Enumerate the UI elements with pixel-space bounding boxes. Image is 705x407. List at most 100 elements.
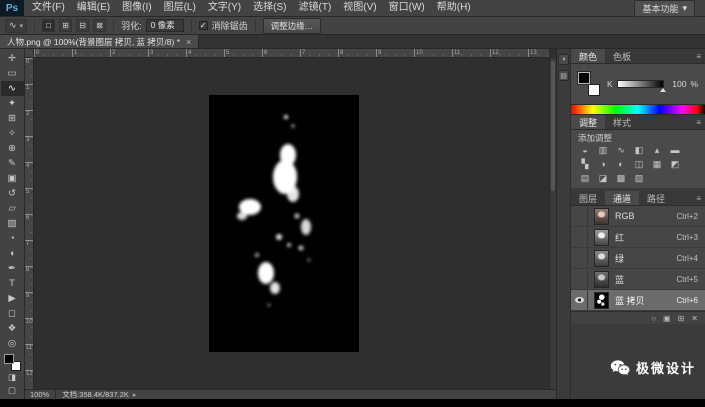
menu-select[interactable]: 选择(S) (247, 0, 292, 16)
tab-swatches[interactable]: 色板 (605, 49, 639, 63)
curves-icon[interactable]: ∿ (612, 143, 630, 157)
color-spectrum-ramp[interactable] (571, 104, 705, 115)
slider-knob-icon[interactable] (660, 88, 666, 92)
threshold-icon[interactable]: ◪ (594, 171, 612, 185)
panel-color-swatches[interactable] (578, 72, 600, 96)
close-icon[interactable]: × (186, 37, 191, 47)
menu-help[interactable]: 帮助(H) (431, 0, 477, 16)
levels-icon[interactable]: ▥ (594, 143, 612, 157)
eyedropper-tool[interactable]: ✧ (1, 126, 24, 141)
path-selection-tool[interactable]: ▶ (1, 291, 24, 306)
k-slider[interactable] (617, 80, 665, 88)
invert-icon[interactable]: ◩ (666, 157, 684, 171)
foreground-color-swatch[interactable] (578, 72, 590, 84)
channel-row-blue[interactable]: 蓝 Ctrl+5 (571, 269, 705, 290)
zoom-level-field[interactable]: 100% (25, 390, 56, 399)
pen-tool[interactable]: ✒ (1, 261, 24, 276)
exposure-icon[interactable]: ◧ (630, 143, 648, 157)
menu-layer[interactable]: 图层(L) (158, 0, 202, 16)
visibility-toggle[interactable] (571, 269, 588, 289)
intersect-selection-icon[interactable]: ⊠ (93, 19, 106, 32)
channel-row-blue-copy[interactable]: 蓝 拷贝 Ctrl+6 (571, 290, 705, 311)
zoom-tool[interactable]: ◎ (1, 336, 24, 351)
channel-mixer-icon[interactable]: ◫ (630, 157, 648, 171)
workspace-switcher[interactable]: 基本功能 ▾ (634, 0, 695, 17)
channel-row-green[interactable]: 绿 Ctrl+4 (571, 248, 705, 269)
background-color-swatch[interactable] (588, 84, 600, 96)
canvas-area[interactable]: 012345678910111213 0123456789101112 (25, 49, 556, 389)
hand-tool[interactable]: ❖ (1, 321, 24, 336)
visibility-toggle[interactable] (571, 206, 588, 226)
tab-adjustments[interactable]: 调整 (571, 115, 605, 129)
tool-preset-picker[interactable]: ∿ ▾ (5, 19, 27, 33)
new-channel-icon[interactable]: ⊞ (678, 314, 685, 323)
ruler-number: 7 (25, 240, 33, 266)
color-lookup-icon[interactable]: ▦ (648, 157, 666, 171)
type-tool[interactable]: T (1, 276, 24, 291)
black-white-icon[interactable]: ◑ (594, 157, 612, 171)
menu-view[interactable]: 视图(V) (337, 0, 382, 16)
menu-image[interactable]: 图像(I) (116, 0, 157, 16)
tab-paths[interactable]: 路径 (639, 191, 673, 205)
visibility-toggle[interactable] (571, 227, 588, 247)
subtract-from-selection-icon[interactable]: ⊟ (76, 19, 89, 32)
k-value-field[interactable]: 100 (668, 79, 686, 89)
foreground-color-swatch[interactable] (4, 354, 14, 364)
quick-mask-button[interactable]: ◨ (1, 371, 24, 384)
tab-layers[interactable]: 图层 (571, 191, 605, 205)
menu-type[interactable]: 文字(Y) (202, 0, 247, 16)
screen-mode-button[interactable]: ▢ (1, 384, 24, 397)
tab-color[interactable]: 颜色 (571, 49, 605, 63)
marquee-tool[interactable]: ▭ (1, 66, 24, 81)
gradient-map-icon[interactable]: ▩ (612, 171, 630, 185)
menu-window[interactable]: 窗口(W) (383, 0, 431, 16)
panel-menu-icon[interactable]: ≡ (696, 115, 701, 129)
vibrance-icon[interactable]: ▴ (648, 143, 666, 157)
add-to-selection-icon[interactable]: ⊞ (59, 19, 72, 32)
panel-menu-icon[interactable]: ≡ (696, 49, 701, 63)
tab-channels[interactable]: 通道 (605, 191, 639, 205)
feather-input[interactable]: 0 像素 (146, 19, 184, 32)
channel-row-rgb[interactable]: RGB Ctrl+2 (571, 206, 705, 227)
brush-tool[interactable]: ✎ (1, 156, 24, 171)
vertical-scrollbar[interactable] (549, 58, 556, 389)
visibility-toggle[interactable] (571, 290, 588, 310)
load-selection-icon[interactable]: ○ (651, 314, 656, 323)
photo-filter-icon[interactable]: ◐ (612, 157, 630, 171)
color-balance-icon[interactable]: ▚ (576, 157, 594, 171)
eraser-tool[interactable]: ▱ (1, 201, 24, 216)
menu-edit[interactable]: 编辑(E) (71, 0, 116, 16)
collapsed-panel-icon-2[interactable]: ▤ (558, 70, 569, 81)
save-selection-icon[interactable]: ▣ (663, 314, 671, 323)
channel-row-red[interactable]: 红 Ctrl+3 (571, 227, 705, 248)
scrollbar-thumb[interactable] (551, 61, 555, 191)
document-tab[interactable]: 人物.png @ 100%(背景图层 拷贝, 蓝 拷贝/8) * × (0, 35, 199, 48)
delete-channel-icon[interactable]: ✕ (691, 314, 698, 323)
brightness-contrast-icon[interactable]: ◒ (576, 143, 594, 157)
menu-filter[interactable]: 滤镜(T) (293, 0, 338, 16)
dodge-tool[interactable]: ◖ (1, 246, 24, 261)
lasso-tool[interactable]: ∿ (1, 81, 24, 96)
hue-saturation-icon[interactable]: ▬ (666, 143, 684, 157)
selective-color-icon[interactable]: ▧ (630, 171, 648, 185)
move-tool[interactable]: ✛ (1, 51, 24, 66)
tab-styles[interactable]: 样式 (605, 115, 639, 129)
blur-tool[interactable]: ◔ (1, 231, 24, 246)
crop-tool[interactable]: ⊞ (1, 111, 24, 126)
posterize-icon[interactable]: ▤ (576, 171, 594, 185)
new-selection-icon[interactable]: □ (42, 19, 55, 32)
refine-edge-button[interactable]: 调整边缘… (263, 18, 322, 34)
collapsed-panel-icon-1[interactable]: ◑ (558, 54, 569, 65)
panel-menu-icon[interactable]: ≡ (696, 191, 701, 205)
color-swatches[interactable] (4, 354, 21, 371)
gradient-tool[interactable]: ▨ (1, 216, 24, 231)
clone-stamp-tool[interactable]: ▣ (1, 171, 24, 186)
history-brush-tool[interactable]: ↺ (1, 186, 24, 201)
visibility-toggle[interactable] (571, 248, 588, 268)
healing-brush-tool[interactable]: ⊕ (1, 141, 24, 156)
shape-tool[interactable]: ◻ (1, 306, 24, 321)
document-canvas[interactable] (209, 95, 359, 352)
antialias-checkbox[interactable]: ✓ (199, 21, 208, 30)
menu-file[interactable]: 文件(F) (26, 0, 71, 16)
magic-wand-tool[interactable]: ✦ (1, 96, 24, 111)
